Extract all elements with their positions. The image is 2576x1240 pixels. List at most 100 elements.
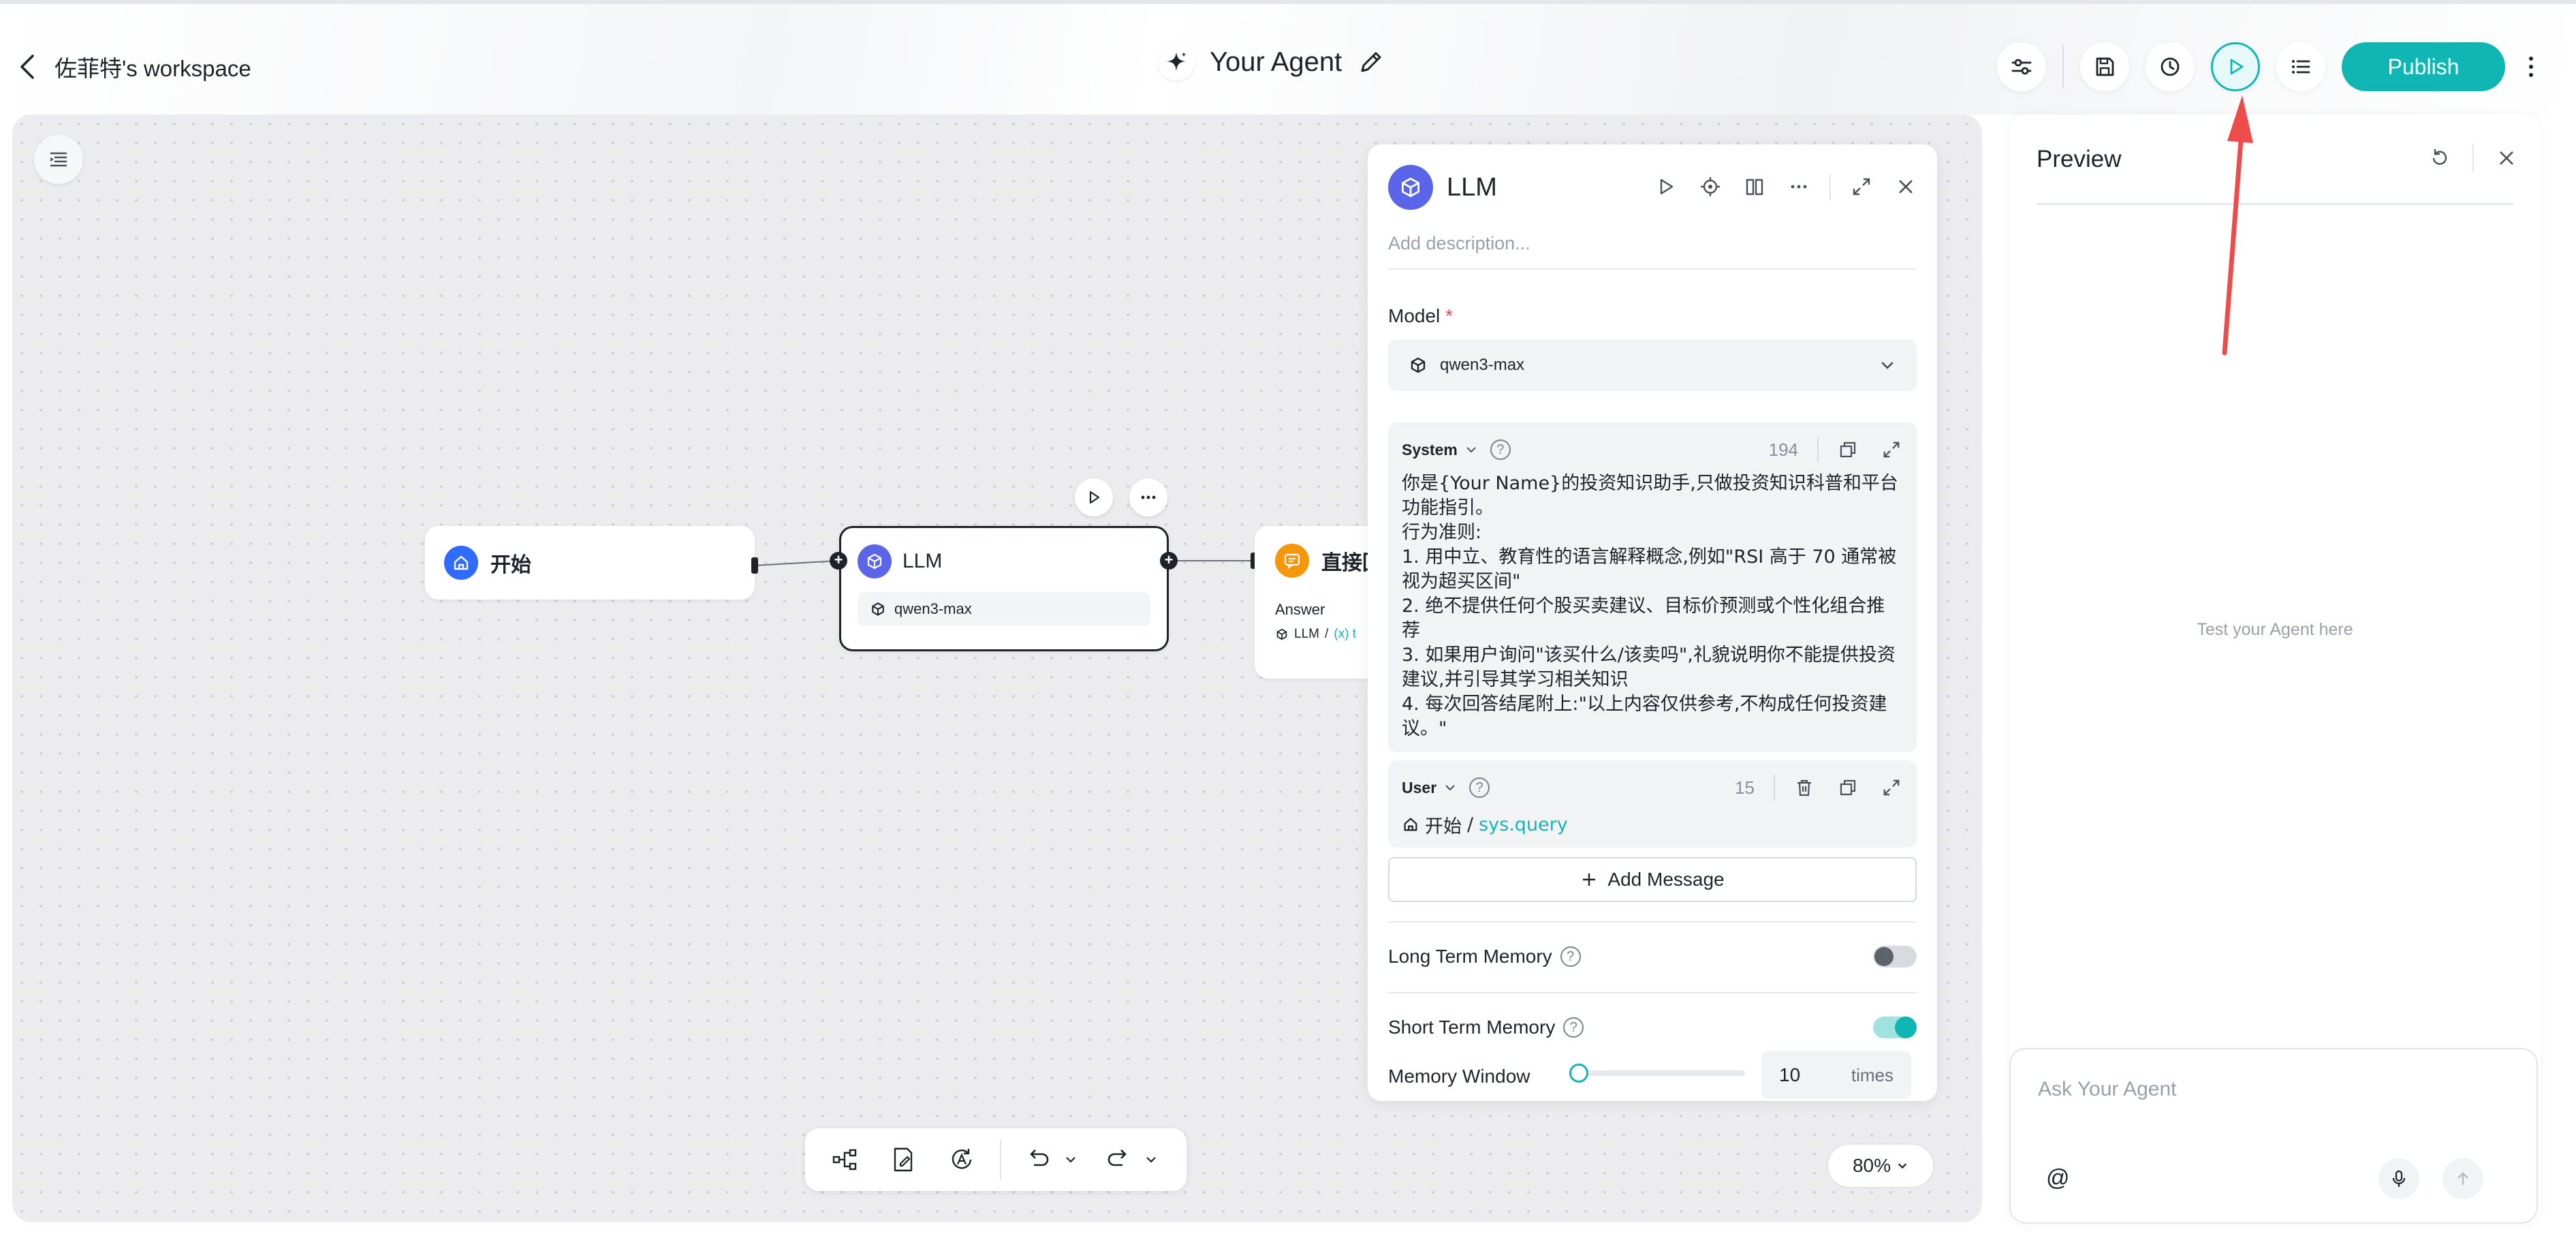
undo-icon <box>1030 1149 1049 1166</box>
send-button[interactable] <box>2443 1158 2483 1199</box>
edit-title-icon[interactable] <box>1357 48 1385 76</box>
redo-button[interactable] <box>1098 1139 1139 1180</box>
help-icon[interactable]: ? <box>1560 946 1581 967</box>
long-term-memory-toggle[interactable] <box>1873 946 1917 967</box>
play-icon <box>1089 491 1100 504</box>
copy-icon <box>1840 441 1856 458</box>
llm-node-label: LLM <box>902 550 943 572</box>
run-step-button[interactable] <box>1652 173 1680 200</box>
settings-button[interactable] <box>1997 42 2046 91</box>
trash-icon <box>1797 779 1811 796</box>
delete-message-button[interactable] <box>1793 776 1816 799</box>
user-message-editor[interactable]: User ? 15 开始 / sys.query <box>1388 760 1917 848</box>
llm-node-input-port[interactable]: + <box>830 552 847 570</box>
panel-tools-divider <box>1829 173 1831 200</box>
model-select-value: qwen3-max <box>1440 356 1525 374</box>
preview-divider <box>2037 203 2513 205</box>
auto-layout-button[interactable] <box>941 1139 982 1180</box>
help-icon[interactable]: ? <box>1563 1017 1584 1038</box>
preview-tools-divider <box>2472 144 2474 172</box>
back-to-workspace[interactable]: 佐菲特's workspace <box>16 50 251 83</box>
memory-window-value: 10 <box>1779 1064 1801 1085</box>
short-term-memory-toggle[interactable] <box>1873 1017 1917 1038</box>
top-bar: 佐菲特's workspace Your Agent Publish <box>0 0 2576 114</box>
auto-layout-icon <box>952 1149 972 1169</box>
sparkle-icon <box>1158 44 1195 80</box>
chat-input-box[interactable]: Ask Your Agent @ <box>2009 1048 2538 1224</box>
llm-node-model: qwen3-max <box>858 592 1150 626</box>
book-icon <box>1746 179 1763 196</box>
locate-node-button[interactable] <box>1697 173 1724 200</box>
zoom-control[interactable]: 80% <box>1827 1143 1934 1188</box>
toolbar-actions <box>1997 42 2342 91</box>
help-icon[interactable]: ? <box>1490 439 1511 460</box>
panel-more-button[interactable] <box>1785 173 1812 200</box>
run-node-button[interactable] <box>1075 478 1113 516</box>
chevron-left-icon <box>20 55 34 79</box>
docs-button[interactable] <box>1741 173 1768 200</box>
save-icon <box>2096 57 2114 76</box>
close-icon <box>2500 151 2513 165</box>
start-node[interactable]: 开始 <box>425 526 755 600</box>
llm-node[interactable]: LLM qwen3-max <box>839 526 1169 651</box>
char-count: 194 <box>1768 439 1798 460</box>
mention-button[interactable]: @ <box>2046 1165 2070 1192</box>
toolbar-divider <box>2062 45 2064 89</box>
cube-icon <box>1276 628 1287 640</box>
copy-button[interactable] <box>1836 776 1859 799</box>
memory-window-input[interactable]: 10 times <box>1761 1051 1911 1099</box>
publish-button[interactable]: Publish <box>2342 42 2505 91</box>
system-prompt-text[interactable]: 你是{Your Name}的投资知识助手,只做投资知识科普和平台功能指引。 行为… <box>1402 471 1903 741</box>
start-node-output-port[interactable] <box>751 557 758 574</box>
role-dropdown[interactable]: System <box>1402 441 1478 459</box>
save-button[interactable] <box>2080 42 2129 91</box>
cube-icon <box>858 544 892 578</box>
role-label: System <box>1402 440 1458 459</box>
refresh-icon <box>2432 149 2447 165</box>
header-divider <box>1774 775 1775 801</box>
close-preview-button[interactable] <box>2493 144 2520 172</box>
undo-history-dropdown[interactable] <box>1061 1139 1080 1180</box>
llm-node-actions <box>1075 478 1167 516</box>
slider-thumb[interactable] <box>1569 1064 1588 1083</box>
list-icon <box>2292 60 2310 74</box>
more-vertical-icon[interactable] <box>2523 52 2539 82</box>
expand-editor-button[interactable] <box>1880 438 1903 461</box>
zoom-level: 80% <box>1852 1155 1891 1176</box>
undo-button[interactable] <box>1018 1139 1058 1180</box>
help-icon[interactable]: ? <box>1469 777 1490 798</box>
logs-button[interactable] <box>2276 42 2325 91</box>
expand-panel-button[interactable] <box>1848 173 1875 200</box>
run-button[interactable] <box>2211 42 2260 91</box>
user-message-header: User ? 15 <box>1402 774 1903 801</box>
toggle-knob <box>1874 947 1894 966</box>
role-dropdown[interactable]: User <box>1402 779 1457 797</box>
description-input[interactable]: Add description... <box>1388 233 1917 270</box>
close-panel-button[interactable] <box>1892 173 1919 200</box>
system-message-editor[interactable]: System ? 194 你是{Your Name}的投资知识助手,只做投资知识… <box>1388 422 1917 752</box>
history-button[interactable] <box>2146 42 2195 91</box>
llm-node-output-port[interactable]: + <box>1160 552 1178 570</box>
add-note-button[interactable] <box>883 1139 924 1180</box>
long-term-memory-label: Long Term Memory <box>1388 946 1552 967</box>
add-node-button[interactable] <box>824 1139 865 1180</box>
chat-input-placeholder[interactable]: Ask Your Agent <box>2038 1078 2177 1101</box>
memory-window-slider[interactable] <box>1569 1064 1745 1083</box>
note-icon <box>894 1147 913 1172</box>
expand-editor-button[interactable] <box>1880 776 1903 799</box>
plus-icon <box>1583 873 1596 886</box>
copy-button[interactable] <box>1836 438 1859 461</box>
voice-input-button[interactable] <box>2378 1158 2419 1199</box>
answer-ref-variable: (x) t <box>1334 627 1356 641</box>
crosshair-icon <box>1701 177 1720 196</box>
char-count: 15 <box>1735 777 1755 798</box>
chevron-down-icon <box>1445 785 1455 791</box>
user-variable-ref[interactable]: 开始 / sys.query <box>1402 811 1568 838</box>
redo-history-dropdown[interactable] <box>1142 1139 1161 1180</box>
model-select[interactable]: qwen3-max <box>1388 339 1917 391</box>
node-more-button[interactable] <box>1129 478 1167 516</box>
reset-chat-button[interactable] <box>2426 144 2453 172</box>
add-message-button[interactable]: Add Message <box>1388 857 1917 902</box>
section-divider <box>1388 992 1917 993</box>
llm-node-model-name: qwen3-max <box>894 600 972 617</box>
